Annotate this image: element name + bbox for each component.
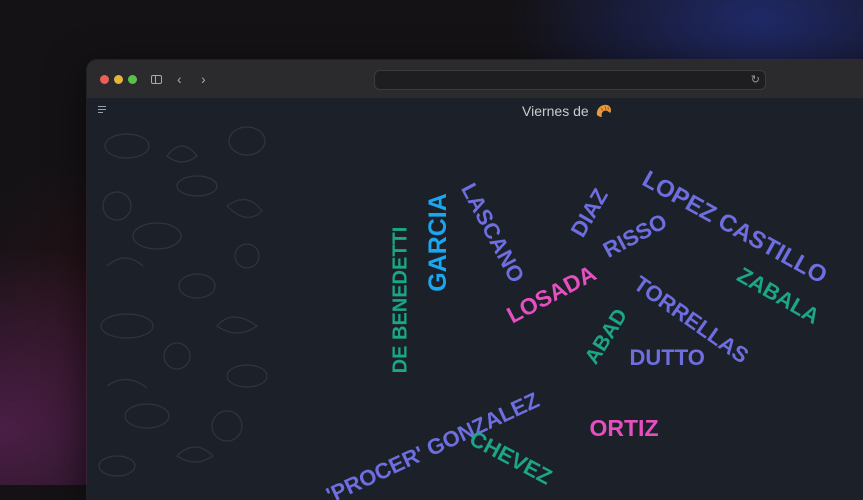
word-9: ABAD <box>580 304 632 368</box>
minimize-window-button[interactable] <box>114 75 123 84</box>
word-4: DE BENEDETTI <box>388 226 411 374</box>
close-window-button[interactable] <box>100 75 109 84</box>
word-5: RISSO <box>598 208 672 263</box>
page-title: Viernes de <box>522 103 589 119</box>
word-13: CHEVEZ <box>465 425 556 490</box>
zoom-window-button[interactable] <box>128 75 137 84</box>
word-10: DUTTO <box>629 345 705 370</box>
croissant-icon <box>596 104 611 117</box>
word-3: GARCIA <box>423 192 452 292</box>
word-12: ORTIZ <box>589 414 659 441</box>
menu-icon[interactable] <box>98 106 106 115</box>
page-title-wrapper: Viernes de <box>522 101 613 121</box>
sidebar-icon[interactable] <box>151 75 162 84</box>
chevron-right-icon[interactable]: › <box>201 70 206 88</box>
reload-icon[interactable]: ↻ <box>751 72 760 88</box>
word-2: DIAZ <box>565 184 613 242</box>
background-doodles <box>98 126 268 477</box>
word-1: LASCANO <box>455 178 529 287</box>
browser-window: ‹ › ↻ Viernes de LOPEZ CASTILLO LASCANO … <box>87 60 863 500</box>
browser-titlebar: ‹ › ↻ <box>87 60 863 99</box>
address-bar[interactable]: ↻ <box>374 70 766 90</box>
chevron-left-icon[interactable]: ‹ <box>177 70 182 88</box>
page-content: Viernes de LOPEZ CASTILLO LASCANO DIAZ G… <box>87 98 863 500</box>
